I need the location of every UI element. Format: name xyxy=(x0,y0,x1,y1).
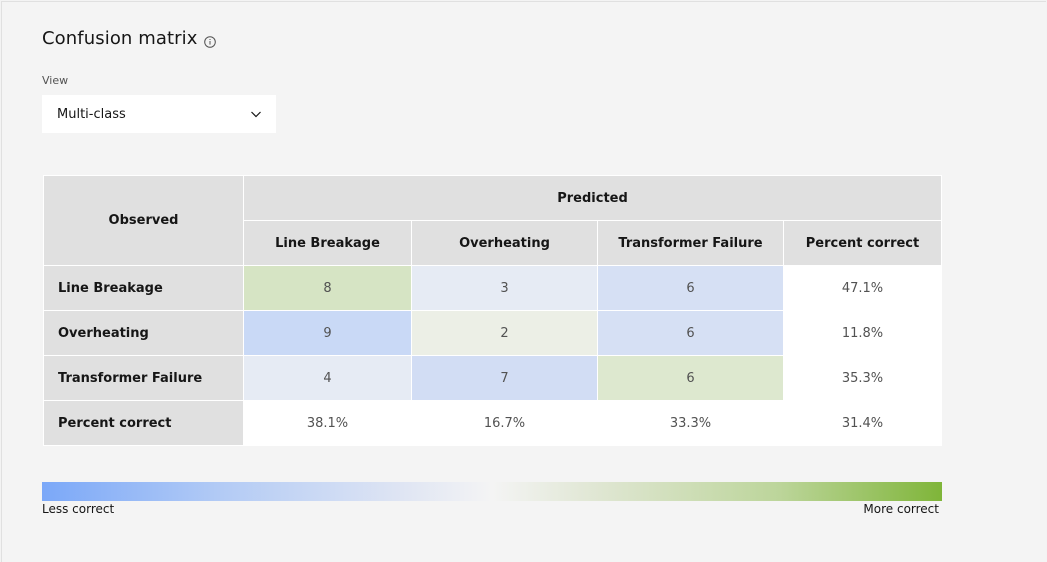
table-row: Transformer Failure 4 7 6 35.3% xyxy=(43,355,942,401)
row-header: Overheating xyxy=(43,310,244,356)
view-dropdown-value: Multi-class xyxy=(57,106,126,122)
column-header: Percent correct xyxy=(783,220,942,266)
color-scale-legend-bar xyxy=(42,482,942,501)
info-icon[interactable] xyxy=(203,32,216,48)
column-header: Overheating xyxy=(411,220,598,266)
row-percent-correct: 47.1% xyxy=(783,265,942,311)
matrix-cell: 4 xyxy=(243,355,412,401)
matrix-cell: 8 xyxy=(243,265,412,311)
observed-header: Observed xyxy=(43,175,244,266)
title-text: Confusion matrix xyxy=(42,28,198,49)
row-header: Transformer Failure xyxy=(43,355,244,401)
overall-percent-correct: 31.4% xyxy=(783,400,942,446)
view-label: View xyxy=(42,74,69,87)
column-percent-correct: 16.7% xyxy=(411,400,598,446)
row-percent-correct: 35.3% xyxy=(783,355,942,401)
chevron-down-icon xyxy=(250,105,262,124)
matrix-cell: 2 xyxy=(411,310,598,356)
column-header: Transformer Failure xyxy=(597,220,784,266)
matrix-cell: 6 xyxy=(597,265,784,311)
predicted-header: Predicted xyxy=(243,175,942,221)
legend-low-label: Less correct xyxy=(42,502,115,516)
column-percent-correct: 38.1% xyxy=(243,400,412,446)
matrix-cell: 9 xyxy=(243,310,412,356)
matrix-cell: 7 xyxy=(411,355,598,401)
matrix-cell: 6 xyxy=(597,355,784,401)
row-header: Line Breakage xyxy=(43,265,244,311)
table-row: Overheating 9 2 6 11.8% xyxy=(43,310,942,356)
view-dropdown[interactable]: Multi-class xyxy=(42,95,276,133)
page-title: Confusion matrix xyxy=(42,28,216,49)
confusion-matrix-panel: Confusion matrix View Multi-class Observ… xyxy=(1,1,1046,562)
row-percent-correct: 11.8% xyxy=(783,310,942,356)
legend-high-label: More correct xyxy=(863,502,939,516)
row-header: Percent correct xyxy=(43,400,244,446)
table-row-totals: Percent correct 38.1% 16.7% 33.3% 31.4% xyxy=(43,400,942,446)
table-row: Line Breakage 8 3 6 47.1% xyxy=(43,265,942,311)
column-header: Line Breakage xyxy=(243,220,412,266)
column-percent-correct: 33.3% xyxy=(597,400,784,446)
matrix-cell: 6 xyxy=(597,310,784,356)
confusion-matrix-table: Observed Predicted Line Breakage Overhea… xyxy=(43,175,942,446)
matrix-cell: 3 xyxy=(411,265,598,311)
